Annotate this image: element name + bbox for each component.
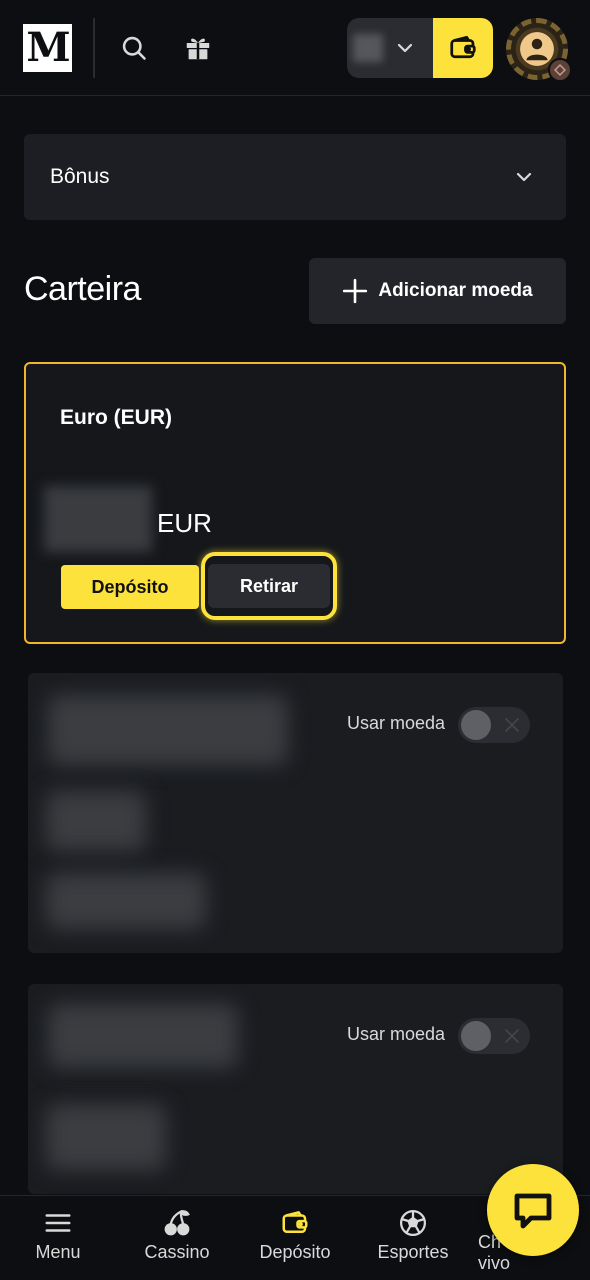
hidden-currency-info: [46, 1104, 166, 1170]
live-chat-button[interactable]: [487, 1164, 579, 1256]
search-icon: [122, 36, 146, 60]
hidden-currency-info: [46, 791, 146, 851]
nav-label-line2: vivo: [478, 1252, 511, 1273]
withdraw-button-highlight: Retirar: [201, 552, 337, 620]
add-currency-label: Adicionar moeda: [378, 280, 533, 301]
use-currency-label: Usar moeda: [346, 713, 445, 733]
level-badge-icon: [548, 58, 572, 82]
use-currency-label: Usar moeda: [346, 1024, 445, 1044]
nav-label: Esportes: [377, 1242, 449, 1262]
plus-icon: [343, 278, 368, 304]
currency-name: Euro (EUR): [60, 406, 172, 429]
nav-label: Depósito: [259, 1242, 331, 1262]
soccer-ball-icon: [400, 1210, 426, 1236]
hidden-currency-info: [46, 873, 206, 929]
bonus-label: Bônus: [50, 165, 110, 188]
balance-selector[interactable]: [347, 18, 493, 78]
search-button[interactable]: [114, 28, 154, 68]
use-currency-toggle[interactable]: [458, 1018, 530, 1054]
header-divider: [93, 18, 95, 78]
close-icon: [505, 718, 519, 732]
page: M Bônus Carteira Adicionar moeda Euro (E…: [0, 0, 590, 1280]
site-logo[interactable]: M: [23, 24, 72, 72]
add-currency-button[interactable]: Adicionar moeda: [309, 258, 566, 324]
hidden-currency-info: [48, 695, 288, 765]
currency-card: Usar moeda: [28, 673, 563, 953]
chat-icon: [514, 1193, 552, 1229]
withdraw-label: Retirar: [239, 575, 299, 596]
wallet-icon: [282, 1211, 308, 1233]
bonus-dropdown[interactable]: Bônus: [24, 134, 566, 220]
currency-code: EUR: [157, 508, 212, 538]
nav-label: Cassino: [144, 1242, 210, 1262]
nav-item-deposit[interactable]: Depósito: [240, 1208, 350, 1278]
cherries-icon: [164, 1209, 190, 1236]
nav-item-casino[interactable]: Cassino: [122, 1208, 232, 1278]
user-avatar[interactable]: [506, 18, 572, 82]
gift-button[interactable]: [178, 28, 218, 68]
currency-card: Usar moeda: [28, 984, 563, 1194]
toggle-knob: [461, 1021, 491, 1051]
balance-amount-hidden: [44, 486, 152, 552]
hidden-currency-info: [48, 1004, 238, 1068]
nav-label: Menu: [35, 1242, 81, 1262]
use-currency-toggle[interactable]: [458, 707, 530, 743]
top-header: M: [0, 0, 590, 96]
nav-item-sports[interactable]: Esportes: [358, 1208, 468, 1278]
gift-icon: [186, 38, 210, 60]
close-icon: [505, 1029, 519, 1043]
menu-icon: [45, 1214, 71, 1232]
toggle-knob: [461, 710, 491, 740]
balance-amount-hidden: [353, 34, 383, 62]
deposit-label: Depósito: [91, 576, 169, 597]
chevron-down-icon: [516, 172, 532, 182]
wallet-button[interactable]: [433, 18, 493, 78]
page-title: Carteira: [24, 270, 141, 308]
chevron-down-icon: [397, 43, 413, 53]
nav-item-menu[interactable]: Menu: [3, 1208, 113, 1278]
eur-wallet-card: Euro (EUR) EUR Depósito Retirar: [24, 362, 566, 644]
wallet-icon: [450, 36, 476, 59]
deposit-button[interactable]: Depósito: [61, 565, 199, 609]
withdraw-button[interactable]: Retirar: [208, 564, 330, 608]
